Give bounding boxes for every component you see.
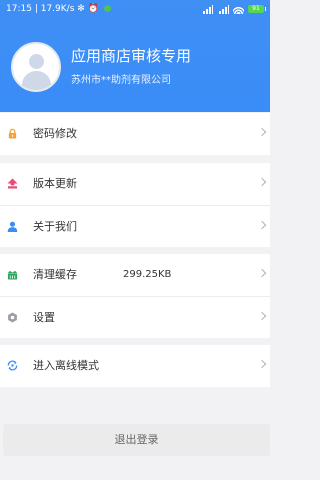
menu-label-password: 密码修改 <box>33 127 77 140</box>
profile-header: 17:15 | 17.9K/s ✻ ⏰ 91 应用商店审核专用 苏州市**助剂有… <box>0 0 270 112</box>
status-bar: 17:15 | 17.9K/s ✻ ⏰ 91 <box>0 0 270 18</box>
menu-group-app: 版本更新 关于我们 <box>0 163 270 247</box>
status-time: 17:15 <box>6 4 32 14</box>
menu-group-system: 清理缓存 299.25KB 设置 <box>0 254 270 338</box>
cleaning-icon <box>7 270 18 280</box>
alarm-icon: ⏰ <box>87 4 99 14</box>
menu-label-cache: 清理缓存 <box>33 268 77 281</box>
signal-icon-2 <box>217 4 229 14</box>
logout-button[interactable]: 退出登录 <box>3 424 270 456</box>
profile-title: 应用商店审核专用 <box>71 47 192 65</box>
menu-group-account: 密码修改 <box>0 113 270 155</box>
menu-item-about[interactable]: 关于我们 <box>0 205 270 247</box>
wifi-icon <box>233 4 244 14</box>
chevron-right-icon <box>257 311 267 321</box>
menu-group-offline: 进入离线模式 <box>0 345 270 387</box>
avatar-body-shape <box>22 71 51 90</box>
gear-icon <box>8 312 17 323</box>
menu-label-update: 版本更新 <box>33 177 77 190</box>
menu-label-settings: 设置 <box>33 311 55 324</box>
offline-sync-icon <box>7 360 18 371</box>
chevron-right-icon <box>257 220 267 230</box>
menu-item-update[interactable]: 版本更新 <box>0 163 270 205</box>
status-speed: 17.9K/s <box>40 4 75 14</box>
menu-label-about: 关于我们 <box>33 220 77 233</box>
notification-dot-icon <box>103 5 111 12</box>
status-right: 91 <box>201 4 266 14</box>
cache-size-value: 299.25KB <box>123 269 172 280</box>
chevron-right-icon <box>257 359 267 369</box>
menu-item-offline[interactable]: 进入离线模式 <box>0 345 270 387</box>
settings-screen: 17:15 | 17.9K/s ✻ ⏰ 91 应用商店审核专用 苏州市**助剂有… <box>0 0 270 480</box>
chevron-right-icon <box>257 127 267 137</box>
person-icon <box>7 221 18 232</box>
battery-icon: 91 <box>248 5 266 13</box>
menu-item-settings[interactable]: 设置 <box>0 296 270 338</box>
chevron-right-icon <box>257 177 267 187</box>
lock-icon <box>8 128 17 139</box>
avatar-head-shape <box>29 54 44 69</box>
profile-company: 苏州市**助剂有限公司 <box>71 75 171 86</box>
bluetooth-icon: ✻ <box>77 4 85 14</box>
upload-icon <box>7 178 18 189</box>
menu-label-offline: 进入离线模式 <box>33 359 99 372</box>
signal-icon-1 <box>201 4 213 14</box>
status-left: 17:15 | 17.9K/s ✻ ⏰ <box>6 0 111 18</box>
menu-item-cache[interactable]: 清理缓存 299.25KB <box>0 254 270 296</box>
chevron-right-icon <box>257 268 267 278</box>
menu-item-password[interactable]: 密码修改 <box>0 113 270 155</box>
avatar[interactable] <box>11 42 61 92</box>
